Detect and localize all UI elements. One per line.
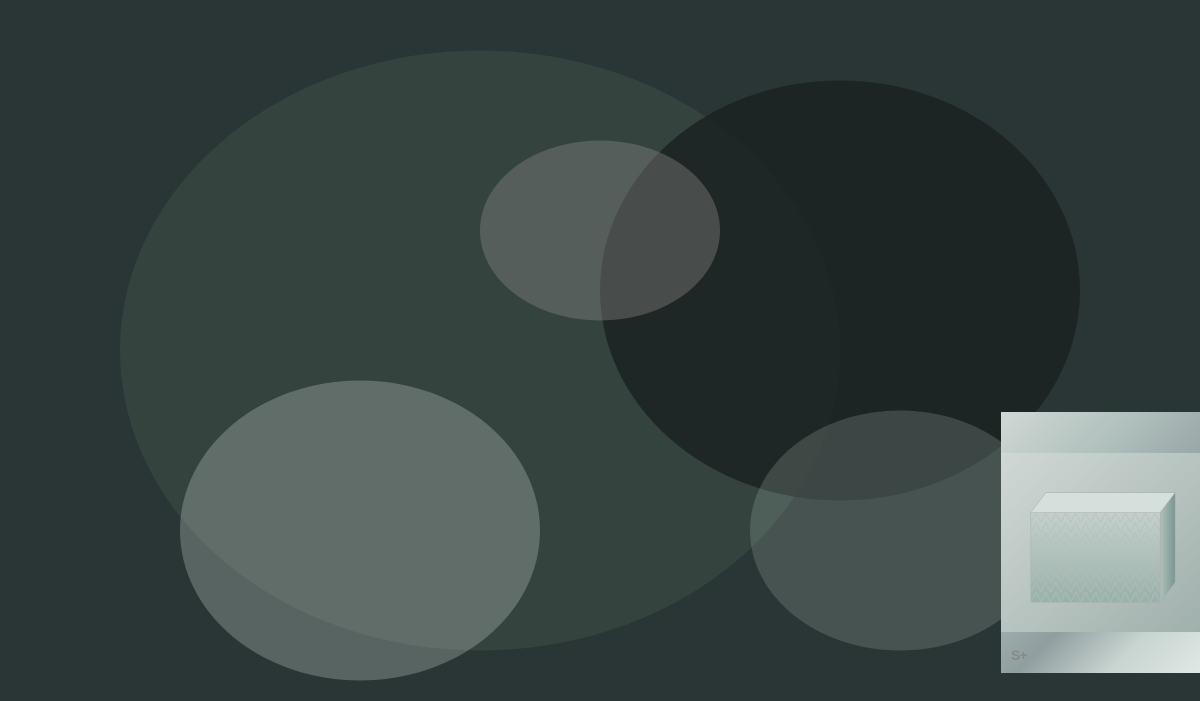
source-image-preview bbox=[1001, 135, 1200, 335]
main-content: Filters Scatter Thatch Ikat Zag Saved Fi… bbox=[0, 70, 1200, 673]
preview-3d: S+ bbox=[1001, 412, 1200, 673]
right-panel: ✏️ ☁️ 🔗 SAVE CANVAS ▼ SOURCE IMAGE Glass bbox=[1000, 70, 1200, 673]
fs-plus-watermark: S+ bbox=[1011, 647, 1027, 663]
